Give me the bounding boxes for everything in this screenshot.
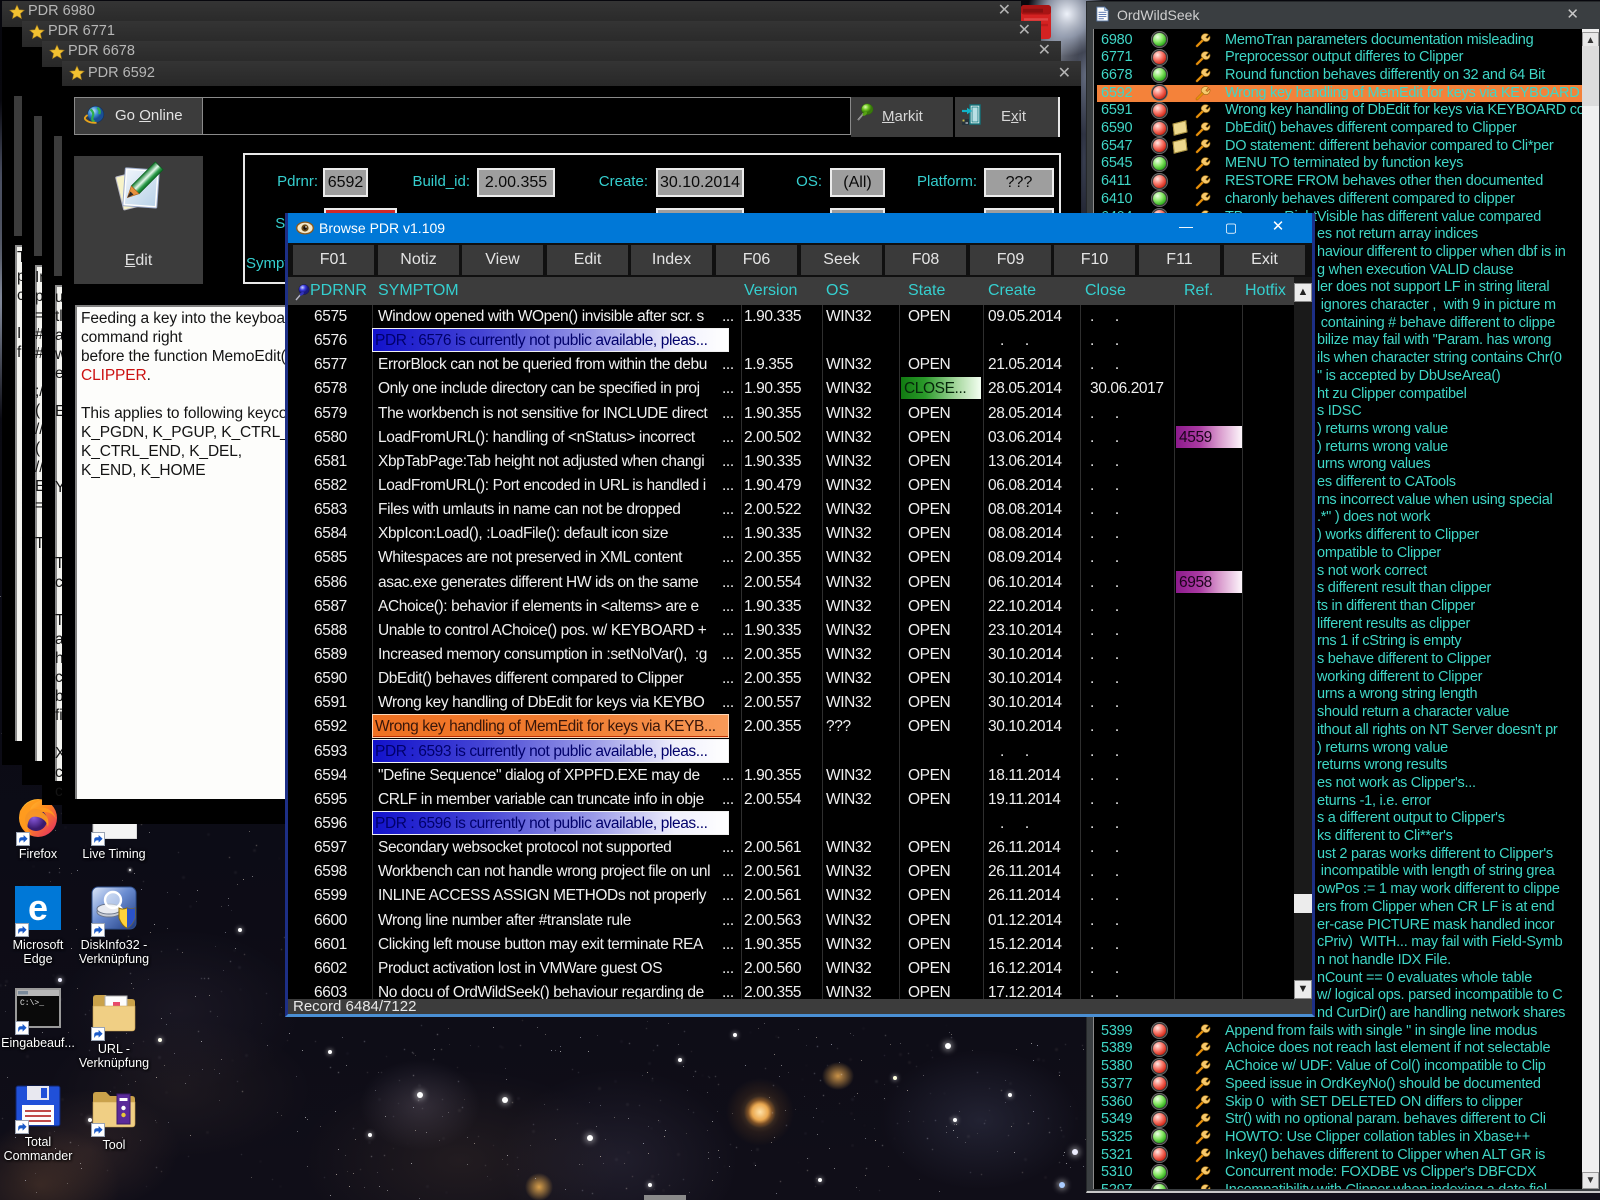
svg-text:C:\>_: C:\>_ xyxy=(20,999,44,1008)
svg-text:e: e xyxy=(28,887,48,928)
